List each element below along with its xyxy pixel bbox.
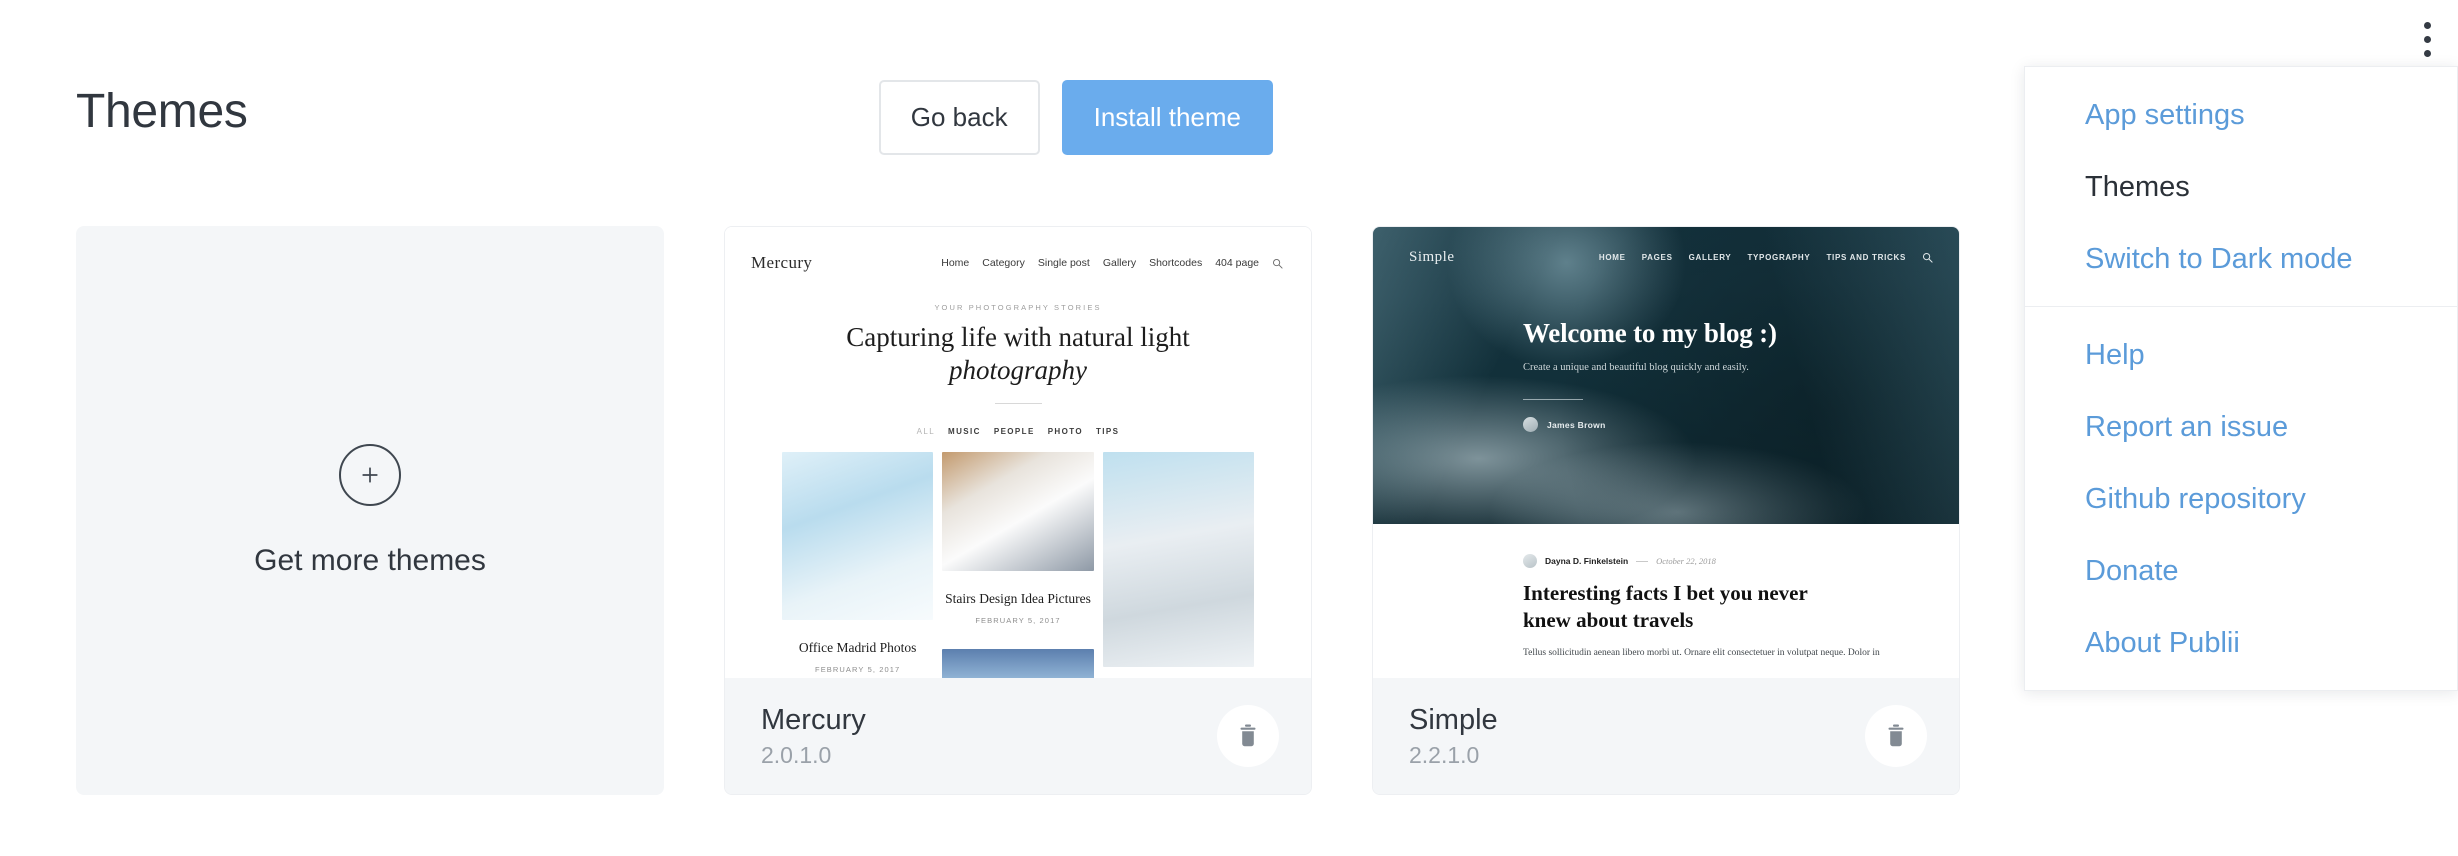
theme-name: Mercury (761, 703, 866, 736)
kebab-dot (2423, 21, 2431, 29)
preview-hero-title: Welcome to my blog :) (1523, 318, 1777, 348)
theme-version: 2.2.1.0 (1409, 742, 1480, 769)
preview-divider (1523, 399, 1583, 400)
preview-article: Dayna D. Finkelstein October 22, 2018 In… (1373, 524, 1959, 658)
preview-post-title: Office Madrid Photos (798, 639, 917, 655)
delete-theme-button[interactable] (1865, 705, 1927, 767)
preview-hero-author: James Brown (1523, 417, 1959, 432)
preview-article-meta: Dayna D. Finkelstein October 22, 2018 (1523, 554, 1959, 568)
avatar (1523, 417, 1538, 432)
preview-nav: Home Category Single post Gallery Shortc… (941, 257, 1283, 269)
preview-kicker: YOUR PHOTOGRAPHY STORIES (934, 303, 1102, 312)
preview-category: ALL (916, 426, 936, 436)
themes-grid: Get more themes Mercury Home Category Si… (76, 226, 1960, 795)
menu-item-about-publii[interactable]: About Publii (2025, 629, 2457, 658)
preview-author-name: James Brown (1547, 419, 1606, 430)
theme-name: Simple (1409, 703, 1498, 736)
theme-card-footer: Mercury 2.0.1.0 (725, 678, 1311, 794)
kebab-dot (2423, 35, 2431, 43)
preview-nav-item: Home (941, 257, 970, 269)
get-more-themes-card[interactable]: Get more themes (76, 226, 664, 795)
delete-theme-button[interactable] (1217, 705, 1279, 767)
preview-nav-item: 404 page (1215, 257, 1259, 269)
preview-grid-column: Office Madrid Photos FEBRUARY 5, 2017 (782, 451, 934, 674)
menu-item-help[interactable]: Help (2025, 341, 2457, 370)
menu-group-secondary: Help Report an issue Github repository D… (2025, 306, 2457, 690)
preview-heading: Capturing life with natural light photog… (725, 321, 1311, 387)
go-back-button[interactable]: Go back (878, 80, 1040, 155)
preview-grid-column: Stairs Design Idea Pictures FEBRUARY 5, … (942, 451, 1094, 680)
more-vertical-icon[interactable] (2410, 18, 2444, 60)
install-theme-button[interactable]: Install theme (1061, 80, 1273, 155)
get-more-themes-label: Get more themes (254, 543, 486, 577)
header-actions: Go back Install theme (878, 80, 1273, 155)
preview-image (942, 648, 1094, 680)
theme-preview: Simple HOME PAGES GALLERY TYPOGRAPHY TIP… (1373, 227, 1959, 680)
preview-category-list: ALL MUSIC PEOPLE PHOTO TIPS (725, 427, 1311, 436)
trash-icon (1240, 724, 1256, 747)
preview-category: MUSIC (948, 426, 981, 436)
preview-image (942, 451, 1094, 571)
theme-version: 2.0.1.0 (761, 742, 832, 769)
preview-post-date: FEBRUARY 5, 2017 (975, 615, 1061, 625)
theme-card[interactable]: Mercury Home Category Single post Galler… (724, 226, 1312, 795)
preview-grid-column (1102, 451, 1254, 667)
menu-item-report-an-issue[interactable]: Report an issue (2025, 413, 2457, 442)
preview-logo: Simple (1409, 249, 1455, 265)
preview-nav-item: Single post (1037, 257, 1090, 269)
menu-item-themes[interactable]: Themes (2025, 173, 2457, 202)
preview-hero: Simple HOME PAGES GALLERY TYPOGRAPHY TIP… (1373, 227, 1959, 524)
app-dropdown-menu: App settings Themes Switch to Dark mode … (2024, 66, 2458, 691)
search-icon (1273, 258, 1283, 269)
preview-article-date: October 22, 2018 (1656, 556, 1716, 566)
preview-heading-line1: Capturing life with natural light (846, 322, 1190, 352)
preview-nav-item: TYPOGRAPHY (1747, 253, 1811, 262)
plus-circle-icon (339, 443, 401, 506)
preview-nav-item: GALLERY (1688, 253, 1732, 262)
theme-meta: Simple 2.2.1.0 (1409, 703, 1498, 769)
menu-item-github-repository[interactable]: Github repository (2025, 485, 2457, 514)
preview-heading-line2: photography (949, 354, 1087, 385)
preview-nav-item: TIPS AND TRICKS (1826, 253, 1906, 262)
preview-post-title: Stairs Design Idea Pictures (945, 590, 1091, 606)
kebab-dot (2423, 49, 2431, 57)
preview-nav-item: Shortcodes (1149, 257, 1203, 269)
theme-card-footer: Simple 2.2.1.0 (1373, 678, 1959, 794)
preview-article-excerpt: Tellus sollicitudin aenean libero morbi … (1523, 647, 1880, 658)
preview-image (1102, 451, 1254, 667)
preview-nav-item: Gallery (1102, 257, 1137, 269)
menu-item-donate[interactable]: Donate (2025, 557, 2457, 586)
preview-divider (994, 402, 1042, 404)
themes-page: Themes Go back Install theme Get more th… (0, 0, 2458, 856)
preview-article-title: Interesting facts I bet you never knew a… (1523, 581, 1808, 632)
preview-nav-item: HOME (1598, 253, 1626, 262)
preview-hero-subtitle: Create a unique and beautiful blog quick… (1523, 362, 1749, 373)
menu-group-primary: App settings Themes Switch to Dark mode (2025, 67, 2457, 306)
menu-item-switch-dark-mode[interactable]: Switch to Dark mode (2025, 245, 2457, 274)
page-title: Themes (76, 85, 248, 138)
meta-separator (1636, 560, 1649, 562)
menu-item-app-settings[interactable]: App settings (2025, 101, 2457, 130)
theme-preview: Mercury Home Category Single post Galler… (725, 227, 1311, 680)
preview-post-date: FEBRUARY 5, 2017 (815, 664, 901, 674)
theme-card[interactable]: Simple HOME PAGES GALLERY TYPOGRAPHY TIP… (1372, 226, 1960, 795)
preview-category: TIPS (1096, 426, 1120, 436)
trash-icon (1888, 724, 1904, 747)
preview-category: PHOTO (1047, 426, 1083, 436)
preview-post-grid: Office Madrid Photos FEBRUARY 5, 2017 St… (725, 436, 1311, 680)
preview-image (782, 451, 934, 620)
preview-article-author: Dayna D. Finkelstein (1545, 556, 1629, 566)
preview-nav-item: PAGES (1641, 253, 1673, 262)
theme-meta: Mercury 2.0.1.0 (761, 703, 866, 769)
preview-nav: HOME PAGES GALLERY TYPOGRAPHY TIPS AND T… (1599, 252, 1933, 263)
preview-nav-item: Category (982, 257, 1025, 269)
avatar (1523, 554, 1537, 568)
preview-category: PEOPLE (993, 426, 1035, 436)
preview-logo: Mercury (751, 253, 813, 272)
search-icon (1922, 252, 1933, 263)
